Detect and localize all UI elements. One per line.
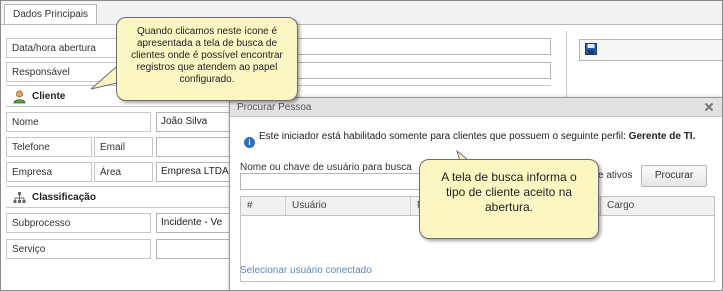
tab-dados-principais[interactable]: Dados Principais — [4, 4, 98, 24]
column-header[interactable]: # — [241, 197, 286, 215]
callout-bottom: A tela de busca informa o tipo de client… — [419, 159, 599, 239]
telefone-label: Telefone — [6, 137, 92, 157]
email-label: Email — [94, 137, 153, 157]
info-text: Este iniciador está habilitado somente p… — [259, 131, 626, 142]
column-header[interactable]: Usuário — [286, 197, 411, 215]
procurar-button[interactable]: Procurar — [641, 165, 707, 187]
selecionar-usuario-link[interactable]: Selecionar usuário conectado — [240, 265, 372, 276]
column-header[interactable]: Cargo — [601, 197, 714, 215]
area-label: Área — [94, 162, 153, 182]
info-icon: i — [244, 137, 255, 148]
hierarchy-icon — [13, 192, 26, 203]
classificacao-section-title: Classificação — [32, 192, 96, 203]
subprocesso-label: Subprocesso — [6, 213, 151, 233]
ativos-label: e ativos — [598, 170, 633, 181]
person-icon[interactable] — [13, 90, 26, 104]
main-window: Dados Principais Data/hora abertura Resp… — [0, 0, 723, 291]
search-label: Nome ou chave de usuário para busca — [240, 162, 412, 173]
servico-label: Serviço — [6, 239, 151, 259]
cliente-section-title: Cliente — [32, 91, 66, 102]
nome-label: Nome — [6, 112, 151, 132]
callout-bottom-text: A tela de busca informa o tipo de client… — [441, 170, 577, 214]
info-profile: Gerente de TI. — [628, 131, 696, 142]
callout-top-text: Quando clicamos neste ícone é apresentad… — [131, 26, 283, 85]
callout-top: Quando clicamos neste ícone é apresentad… — [116, 17, 298, 101]
info-message: Este iniciador está habilitado somente p… — [259, 131, 704, 142]
empresa-label: Empresa — [6, 162, 92, 182]
close-icon[interactable] — [703, 101, 715, 113]
right-toolbar — [579, 39, 722, 61]
tab-bar: Dados Principais — [1, 1, 722, 25]
floppy-disk-icon[interactable] — [585, 43, 597, 55]
dialog-title: Procurar Pessoa — [230, 98, 722, 117]
